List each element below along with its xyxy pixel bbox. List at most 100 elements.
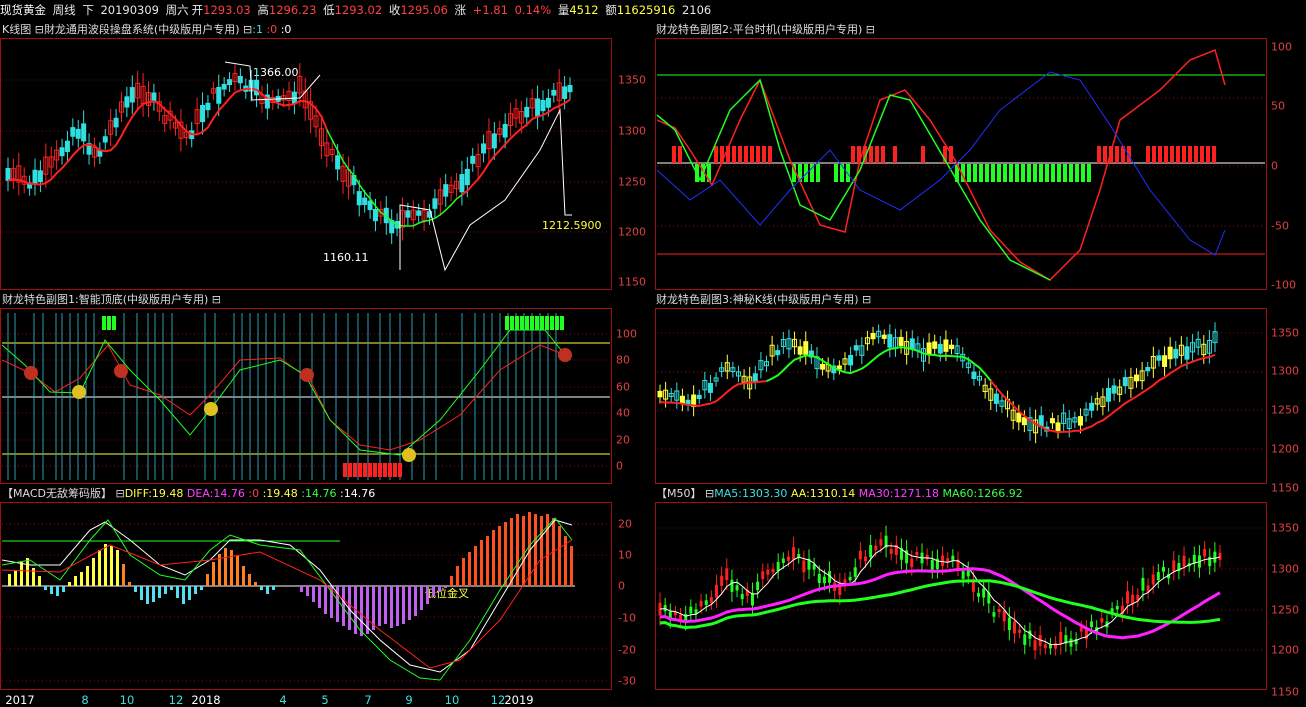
ma30-line — [659, 567, 1221, 640]
macd-bar — [266, 586, 269, 594]
candle-body — [946, 558, 950, 563]
macd-bar — [438, 586, 441, 592]
macd-bar — [164, 586, 167, 594]
candle-body — [949, 344, 955, 350]
candle-body — [771, 568, 775, 573]
candle-body — [200, 104, 206, 123]
candle-body — [405, 210, 411, 218]
macd-bar — [38, 576, 41, 586]
candle-body — [709, 597, 713, 603]
candle-body — [470, 155, 476, 164]
signal-bar — [869, 146, 873, 163]
candle-body — [776, 561, 780, 571]
signal-bar — [398, 463, 402, 477]
signal-bar — [393, 463, 397, 477]
signal-bar — [550, 316, 554, 330]
macd-bar — [98, 550, 101, 586]
macd-bar — [444, 586, 447, 588]
candle-body — [775, 350, 781, 356]
macd-bar — [62, 586, 65, 592]
candle-body — [925, 554, 929, 560]
signal-bar — [732, 146, 736, 163]
candle-body — [1033, 640, 1037, 651]
candle-body — [910, 558, 914, 568]
signal-bar — [535, 316, 539, 330]
candle-body — [1018, 629, 1022, 633]
candle-body — [696, 394, 702, 400]
macd-bar — [230, 550, 233, 586]
signal-bar — [875, 146, 879, 163]
macd-bar — [68, 582, 71, 586]
signal-bar — [1212, 146, 1216, 163]
macd-bar — [56, 586, 59, 596]
candle-body — [797, 346, 803, 355]
signal-bar — [373, 463, 377, 477]
signal-bar — [378, 463, 382, 477]
signal-bar — [1039, 164, 1043, 182]
candle-body — [1172, 560, 1176, 572]
candle-body — [1156, 572, 1160, 581]
candle-body — [113, 117, 119, 128]
macd-bar — [14, 570, 17, 586]
macd-bar — [260, 586, 263, 590]
candle-body — [707, 382, 713, 393]
candle-body — [982, 588, 986, 598]
signal-bar — [1164, 146, 1168, 163]
candle-body — [129, 87, 135, 103]
signal-bar — [738, 146, 742, 163]
signal-bar — [816, 164, 820, 182]
signal-bar — [714, 146, 718, 163]
macd-bar — [390, 586, 393, 628]
candle-body — [1161, 566, 1165, 572]
candle-body — [502, 124, 508, 138]
signal-bar — [505, 316, 509, 330]
signal-bar — [985, 164, 989, 182]
signal-bar — [1200, 146, 1204, 163]
candle-body — [37, 170, 43, 183]
macd-bar — [104, 544, 107, 586]
candle-body — [720, 575, 724, 586]
candle-body — [59, 147, 65, 157]
candle-body — [820, 363, 826, 370]
candle-body — [1182, 555, 1186, 567]
macd-bar — [480, 540, 483, 586]
macd-bar — [384, 586, 387, 624]
signal-bar — [515, 316, 519, 330]
candle-body — [151, 92, 157, 103]
candle-body — [64, 140, 70, 152]
macd-bar — [86, 566, 89, 586]
candle-body — [915, 551, 919, 556]
macd-bar — [432, 586, 435, 596]
signal-bar — [997, 164, 1001, 182]
signal-marker-icon — [402, 448, 416, 462]
signal-bar — [744, 146, 748, 163]
candle-body — [1002, 610, 1006, 622]
macd-bar — [20, 562, 23, 586]
signal-bar — [363, 463, 367, 477]
candle-body — [993, 393, 999, 404]
signal-marker-icon — [72, 385, 86, 399]
signal-bar — [1152, 146, 1156, 163]
candle-body — [689, 606, 693, 614]
signal-bar — [756, 146, 760, 163]
signal-bar — [1069, 164, 1073, 182]
signal-marker-icon — [558, 348, 572, 362]
candle-body — [70, 127, 76, 137]
candle-body — [803, 341, 809, 355]
candle-body — [848, 354, 854, 366]
candle-body — [887, 334, 893, 348]
signal-bar — [1003, 164, 1007, 182]
signal-bar — [881, 146, 885, 163]
candle-body — [848, 577, 852, 581]
candle-body — [781, 558, 785, 563]
candle-body — [416, 210, 422, 216]
macd-bar — [558, 526, 561, 586]
candle-body — [1173, 348, 1179, 359]
candle-body — [1115, 605, 1119, 610]
candle-body — [704, 600, 708, 606]
candle-body — [1146, 585, 1150, 592]
signal-bar — [921, 146, 925, 163]
macd-bar — [188, 586, 191, 600]
osc-line-red — [656, 48, 1226, 281]
candle-body — [792, 547, 796, 560]
